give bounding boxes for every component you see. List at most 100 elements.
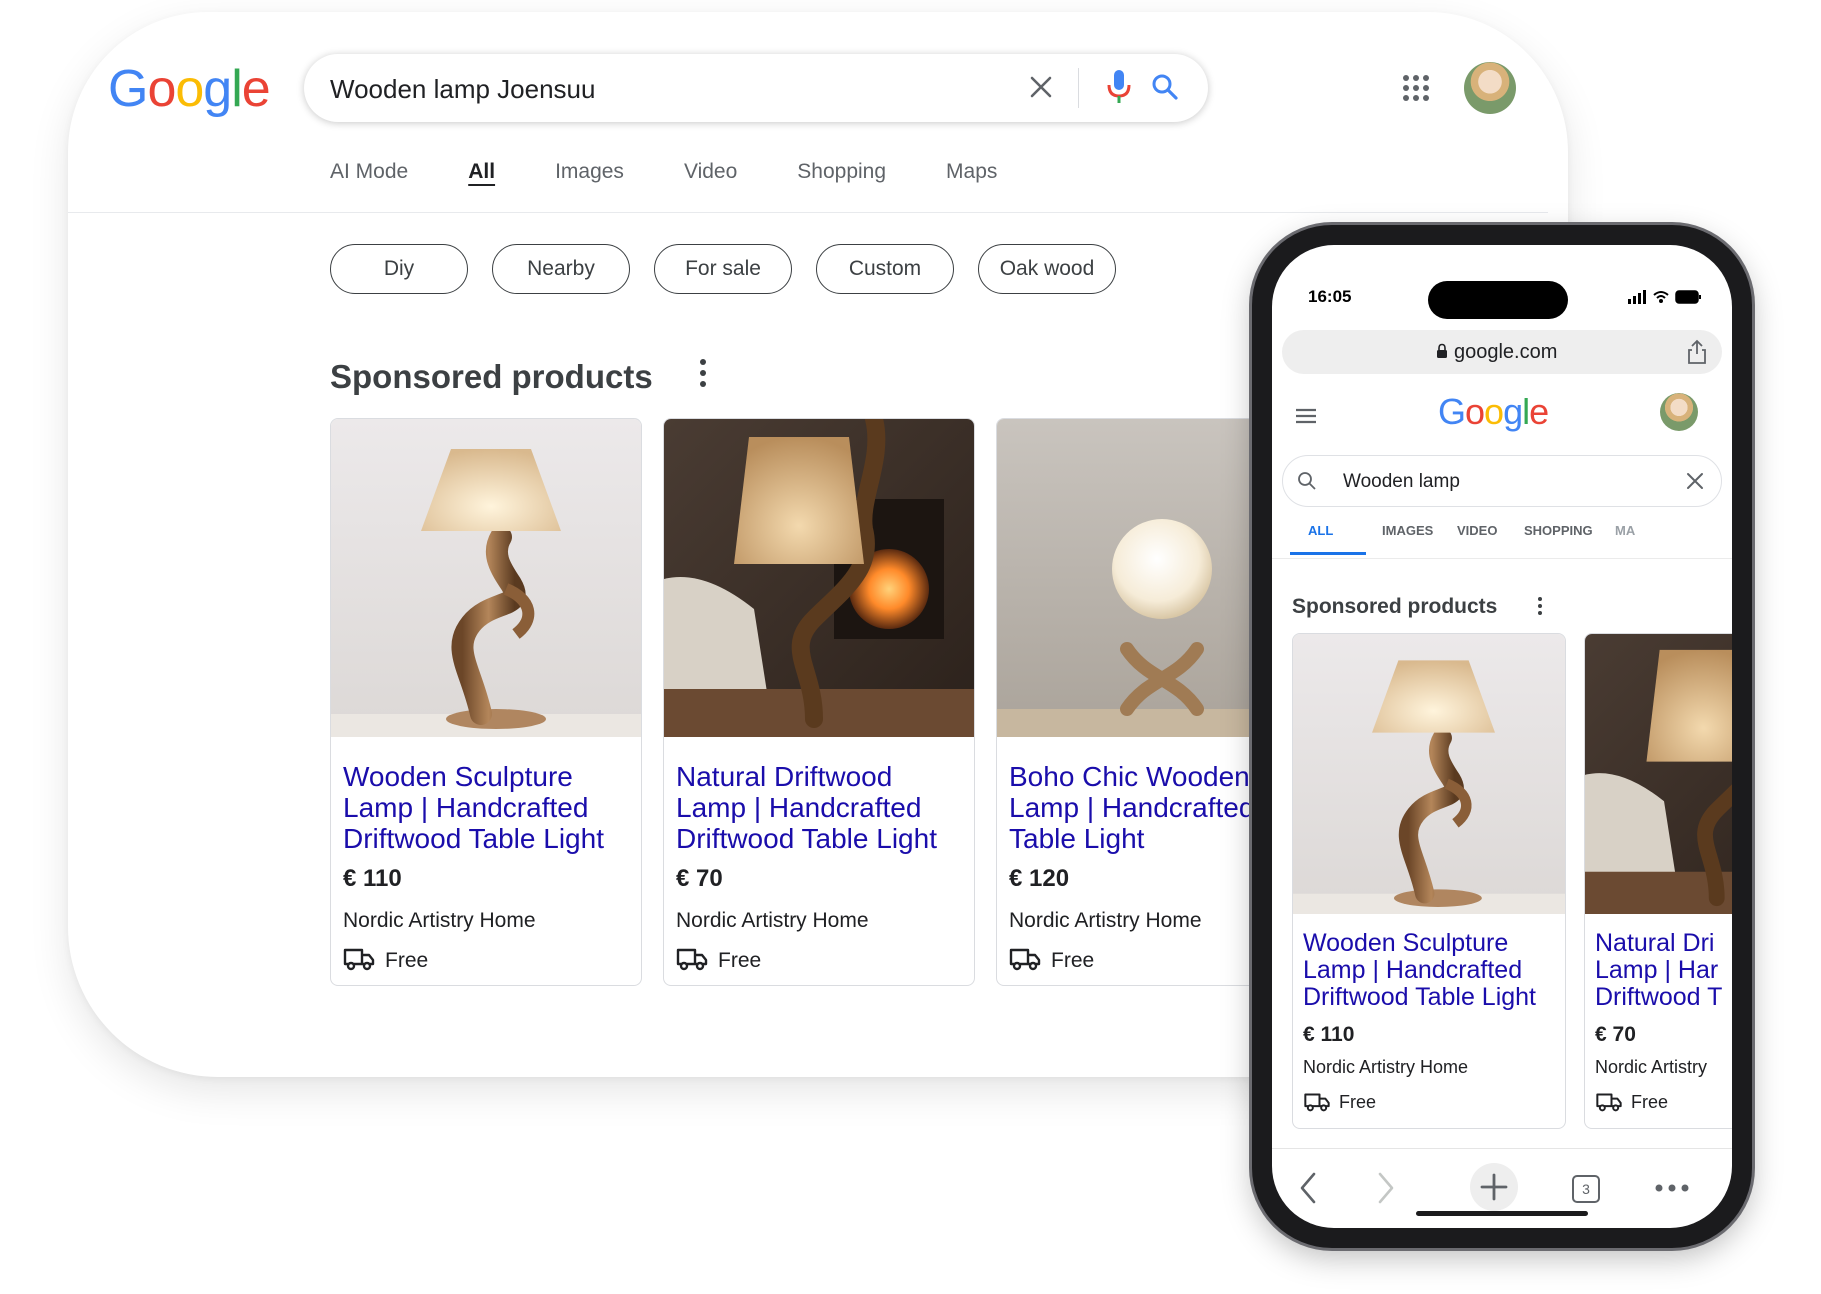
url-text[interactable]: google.com bbox=[1454, 341, 1557, 364]
more-options-icon[interactable] bbox=[1537, 595, 1543, 617]
tab-switcher-button[interactable]: 3 bbox=[1572, 1175, 1600, 1203]
tab-shopping[interactable]: Shopping bbox=[797, 160, 886, 184]
tab-shopping[interactable]: SHOPPING bbox=[1524, 523, 1593, 538]
share-icon[interactable] bbox=[1686, 339, 1708, 365]
status-time: 16:05 bbox=[1308, 287, 1352, 306]
logo-letter: G bbox=[1438, 391, 1466, 432]
logo-letter: e bbox=[1529, 391, 1549, 432]
product-price: € 110 bbox=[1303, 1023, 1355, 1046]
sponsored-products-heading: Sponsored products bbox=[330, 358, 653, 395]
active-tab-indicator bbox=[1290, 552, 1366, 555]
status-icons bbox=[1628, 290, 1701, 304]
logo-letter: G bbox=[108, 60, 148, 118]
shipping-label: Free bbox=[385, 949, 429, 972]
google-logo[interactable]: Google bbox=[108, 59, 271, 119]
more-options-icon[interactable] bbox=[698, 356, 708, 390]
chip-for-sale[interactable]: For sale bbox=[654, 244, 792, 294]
product-image-sculpture-lamp[interactable] bbox=[331, 419, 642, 737]
tab-maps[interactable]: Maps bbox=[946, 160, 997, 184]
chip-oak-wood[interactable]: Oak wood bbox=[978, 244, 1116, 294]
product-price: € 110 bbox=[343, 865, 402, 892]
url-bar[interactable]: google.com bbox=[1282, 330, 1722, 374]
back-icon[interactable] bbox=[1298, 1171, 1318, 1205]
sponsored-products-heading: Sponsored products bbox=[1292, 595, 1498, 618]
clear-icon[interactable] bbox=[1026, 72, 1056, 102]
truck-icon bbox=[1596, 1093, 1622, 1112]
forward-icon[interactable] bbox=[1376, 1171, 1396, 1205]
search-tabs: AI Mode All Images Video Shopping Maps bbox=[330, 160, 1057, 184]
product-price: € 70 bbox=[1595, 1023, 1636, 1046]
search-input[interactable]: Wooden lamp bbox=[1343, 471, 1460, 493]
new-tab-plus-icon[interactable] bbox=[1470, 1163, 1518, 1211]
product-card[interactable]: Wooden Sculpture Lamp | Handcrafted Drif… bbox=[1292, 633, 1566, 1129]
tab-ai-mode[interactable]: AI Mode bbox=[330, 160, 408, 184]
clear-icon[interactable] bbox=[1685, 471, 1705, 491]
home-indicator bbox=[1416, 1211, 1588, 1216]
search-icon[interactable] bbox=[1150, 72, 1180, 102]
product-title[interactable]: Natural Driftwood Lamp | Handcrafted Dri… bbox=[676, 761, 968, 854]
product-store: Nordic Artistry Home bbox=[676, 909, 869, 932]
mic-icon[interactable] bbox=[1104, 68, 1134, 106]
apps-icon[interactable] bbox=[1402, 74, 1430, 102]
search-icon[interactable] bbox=[1297, 471, 1317, 491]
chip-diy[interactable]: Diy bbox=[330, 244, 468, 294]
logo-letter: g bbox=[1503, 391, 1523, 432]
google-logo[interactable]: Google bbox=[1438, 391, 1549, 433]
tab-all[interactable]: ALL bbox=[1308, 523, 1333, 538]
lock-icon bbox=[1437, 343, 1447, 358]
logo-letter: g bbox=[203, 60, 232, 118]
logo-letter: o bbox=[1465, 391, 1485, 432]
marketing-composition: Google Wooden lamp Joensuu AI Mode All I… bbox=[0, 0, 1821, 1294]
chip-nearby[interactable]: Nearby bbox=[492, 244, 630, 294]
menu-icon[interactable] bbox=[1294, 407, 1318, 425]
product-title[interactable]: Wooden Sculpture Lamp | Handcrafted Drif… bbox=[343, 761, 635, 854]
tab-images[interactable]: Images bbox=[555, 160, 624, 184]
filter-chips: Diy Nearby For sale Custom Oak wood bbox=[330, 244, 1140, 294]
shipping-label: Free bbox=[1051, 949, 1095, 972]
product-image-sculpture-lamp[interactable] bbox=[1293, 634, 1566, 914]
tabs-divider bbox=[68, 212, 1548, 213]
search-divider bbox=[1078, 68, 1079, 108]
product-store: Nordic Artistry Home bbox=[1009, 909, 1202, 932]
more-horizontal-icon[interactable] bbox=[1654, 1183, 1690, 1193]
truck-icon bbox=[1009, 948, 1041, 971]
tab-maps[interactable]: MA bbox=[1615, 523, 1635, 538]
product-store: Nordic Artistry bbox=[1595, 1057, 1708, 1077]
tab-all[interactable]: All bbox=[468, 160, 495, 184]
chip-custom[interactable]: Custom bbox=[816, 244, 954, 294]
tab-images[interactable]: IMAGES bbox=[1382, 523, 1433, 538]
logo-letter: l bbox=[231, 60, 243, 118]
avatar[interactable] bbox=[1660, 393, 1698, 431]
search-input[interactable]: Wooden lamp Joensuu bbox=[330, 74, 595, 105]
product-price: € 70 bbox=[676, 865, 723, 892]
logo-letter: o bbox=[175, 60, 204, 118]
tab-video[interactable]: VIDEO bbox=[1457, 523, 1497, 538]
product-image-driftwood-lamp[interactable] bbox=[664, 419, 975, 737]
mobile-search-bar[interactable]: Wooden lamp bbox=[1282, 455, 1722, 507]
phone-mockup: 16:05 google.com Google Wooden lamp ALL … bbox=[1252, 225, 1752, 1248]
truck-icon bbox=[676, 948, 708, 971]
product-title[interactable]: Wooden Sculpture Lamp | Handcrafted Drif… bbox=[1303, 930, 1565, 1011]
product-store: Nordic Artistry Home bbox=[1303, 1057, 1469, 1077]
product-title[interactable]: Natural Dri Lamp | Har Driftwood T bbox=[1595, 930, 1732, 1011]
truck-icon bbox=[343, 948, 375, 971]
tab-video[interactable]: Video bbox=[684, 160, 737, 184]
product-store: Nordic Artistry Home bbox=[343, 909, 536, 932]
dynamic-island bbox=[1428, 281, 1568, 319]
logo-letter: o bbox=[1484, 391, 1504, 432]
logo-letter: o bbox=[147, 60, 176, 118]
truck-icon bbox=[1304, 1093, 1330, 1112]
logo-letter: e bbox=[241, 60, 271, 118]
search-bar[interactable]: Wooden lamp Joensuu bbox=[304, 54, 1208, 122]
shipping-label: Free bbox=[718, 949, 762, 972]
mobile-search-tabs: ALL IMAGES VIDEO SHOPPING MA bbox=[1272, 523, 1732, 555]
product-card[interactable]: Wooden Sculpture Lamp | Handcrafted Drif… bbox=[330, 418, 642, 986]
shipping-label: Free bbox=[1339, 1092, 1377, 1112]
product-price: € 120 bbox=[1009, 865, 1070, 892]
product-card[interactable]: Natural Driftwood Lamp | Handcrafted Dri… bbox=[663, 418, 975, 986]
product-image-driftwood-lamp[interactable] bbox=[1585, 634, 1732, 914]
avatar[interactable] bbox=[1464, 62, 1516, 114]
tabs-divider bbox=[1272, 558, 1732, 559]
toolbar-divider bbox=[1272, 1148, 1732, 1149]
product-card[interactable]: Natural Dri Lamp | Har Driftwood T € 70 … bbox=[1584, 633, 1732, 1129]
